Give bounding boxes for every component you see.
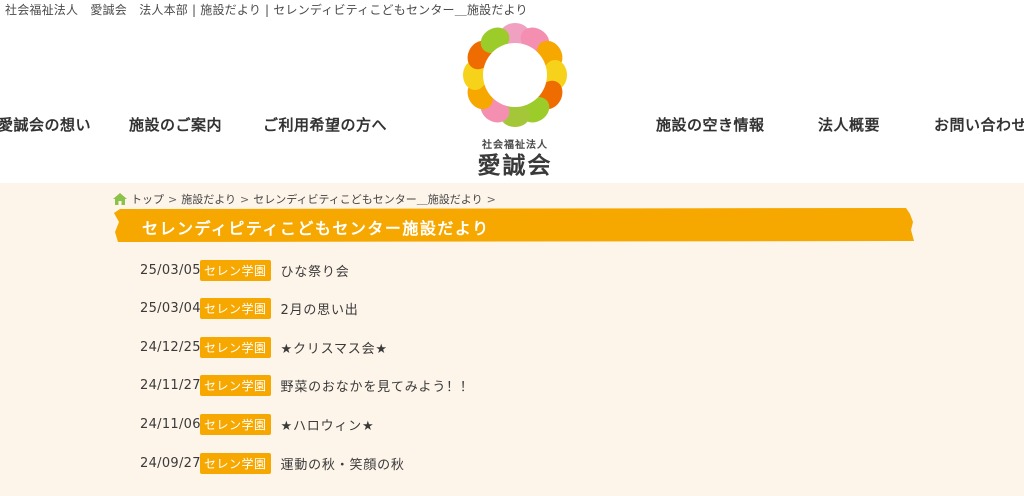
breadcrumb-news[interactable]: 施設だより bbox=[181, 191, 236, 207]
post-date: 25/03/05 bbox=[140, 263, 201, 278]
breadcrumb-current[interactable]: セレンディビティこどもセンター＿施設だより bbox=[253, 191, 482, 207]
logo-ring-icon bbox=[463, 23, 567, 127]
page-top-title: 社会福祉法人 愛誠会 法人本部 | 施設だより | セレンディビティこどもセンタ… bbox=[5, 3, 528, 17]
logo-title: 愛誠会 bbox=[477, 153, 553, 179]
post-category-badge[interactable]: セレン学園 bbox=[200, 375, 271, 396]
breadcrumb: トップ > 施設だより > セレンディビティこどもセンター＿施設だより > bbox=[113, 191, 496, 207]
list-item[interactable]: 24/11/27 セレン学園 野菜のおなかを見てみよう！！ bbox=[140, 375, 474, 396]
post-category-badge[interactable]: セレン学園 bbox=[200, 298, 271, 319]
nav-item-philosophy[interactable]: 愛誠会の想い bbox=[0, 114, 91, 135]
post-title[interactable]: 運動の秋・笑顔の秋 bbox=[281, 454, 405, 473]
post-category-badge[interactable]: セレン学園 bbox=[200, 337, 271, 358]
nav-item-contact[interactable]: お問い合わせ bbox=[934, 114, 1024, 135]
post-title[interactable]: 野菜のおなかを見てみよう！！ bbox=[281, 376, 474, 395]
post-title[interactable]: 2月の思い出 bbox=[281, 299, 359, 318]
home-icon bbox=[113, 193, 127, 205]
breadcrumb-top[interactable]: トップ bbox=[131, 191, 164, 207]
list-item[interactable]: 25/03/04 セレン学園 2月の思い出 bbox=[140, 298, 359, 319]
post-date: 24/12/25 bbox=[140, 340, 201, 355]
nav-item-about[interactable]: 法人概要 bbox=[818, 114, 880, 135]
breadcrumb-separator: > bbox=[486, 192, 496, 206]
breadcrumb-separator: > bbox=[168, 192, 178, 206]
list-item[interactable]: 24/12/25 セレン学園 ★クリスマス会★ bbox=[140, 337, 388, 358]
post-category-badge[interactable]: セレン学園 bbox=[200, 260, 271, 281]
post-date: 25/03/04 bbox=[140, 301, 201, 316]
post-title[interactable]: ★クリスマス会★ bbox=[281, 338, 388, 357]
nav-item-applicants[interactable]: ご利用希望の方へ bbox=[263, 114, 387, 135]
post-date: 24/11/27 bbox=[140, 378, 201, 393]
list-item[interactable]: 24/09/27 セレン学園 運動の秋・笑顔の秋 bbox=[140, 453, 405, 474]
nav-item-vacancy[interactable]: 施設の空き情報 bbox=[656, 114, 765, 135]
post-date: 24/11/06 bbox=[140, 417, 201, 432]
post-category-badge[interactable]: セレン学園 bbox=[200, 453, 271, 474]
nav-item-facility-guide[interactable]: 施設のご案内 bbox=[129, 114, 222, 135]
post-title[interactable]: ひな祭り会 bbox=[281, 261, 350, 280]
list-item[interactable]: 25/03/05 セレン学園 ひな祭り会 bbox=[140, 260, 350, 281]
breadcrumb-separator: > bbox=[240, 192, 250, 206]
post-date: 24/09/27 bbox=[140, 456, 201, 471]
section-banner: セレンディピティこどもセンター施設だより bbox=[114, 208, 914, 242]
post-title[interactable]: ★ハロウィン★ bbox=[281, 415, 375, 434]
site-logo[interactable]: 社会福祉法人 愛誠会 bbox=[453, 18, 577, 179]
post-category-badge[interactable]: セレン学園 bbox=[200, 414, 271, 435]
section-title: セレンディピティこどもセンター施設だより bbox=[142, 219, 490, 238]
list-item[interactable]: 24/11/06 セレン学園 ★ハロウィン★ bbox=[140, 414, 374, 435]
